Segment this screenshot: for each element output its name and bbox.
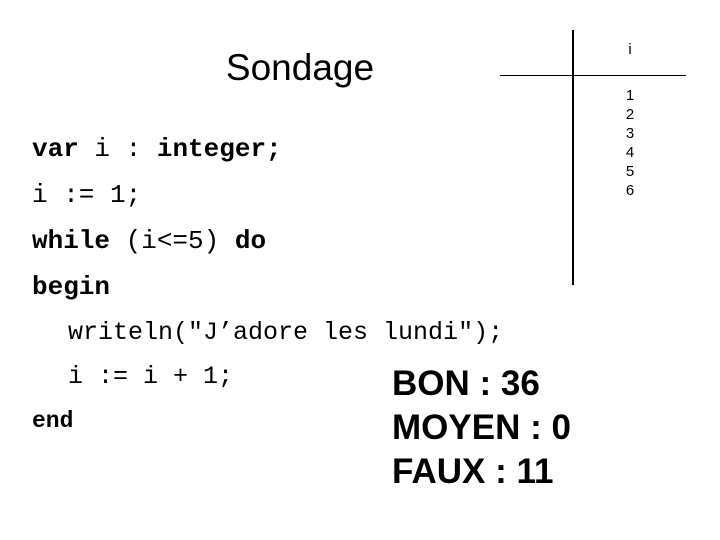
trace-table-cell: 1 [625, 87, 635, 104]
code-keyword-do: do [234, 226, 267, 256]
code-statement-writeln: writeln("J’adore les lundi"); [68, 318, 504, 347]
trace-table-cell: 4 [625, 144, 635, 161]
trace-table-horizontal-divider [500, 75, 686, 76]
code-line-writeln: writeln("J’adore les lundi"); [32, 312, 652, 356]
code-type-integer: integer; [156, 134, 282, 164]
trace-table-cell: 6 [625, 182, 635, 199]
code-while-condition: (i<=5) [125, 226, 235, 256]
trace-table-cell: 3 [625, 125, 635, 142]
trace-table-vertical-divider [572, 30, 574, 285]
poll-results: BON : 36 MOYEN : 0 FAUX : 11 [392, 362, 692, 494]
code-statement-assign: i := 1; [32, 180, 142, 210]
trace-table-cell: 2 [625, 106, 635, 123]
trace-table-column-header: i [628, 41, 632, 58]
code-keyword-while: while [32, 226, 126, 256]
code-keyword-end: end [32, 408, 74, 434]
page-title: Sondage [225, 47, 375, 88]
trace-table: i 1 2 3 4 5 6 [497, 28, 697, 290]
trace-table-value-column: 1 2 3 4 5 6 [610, 86, 650, 200]
code-identifier-i-colon: i : [94, 134, 157, 164]
code-statement-increment: i := i + 1; [68, 362, 234, 391]
code-keyword-begin: begin [32, 272, 111, 302]
poll-result-moyen: MOYEN : 0 [392, 408, 571, 447]
code-keyword-var: var [32, 134, 95, 164]
poll-result-faux: FAUX : 11 [392, 452, 554, 491]
trace-table-cell: 5 [625, 163, 635, 180]
poll-result-bon: BON : 36 [392, 364, 540, 403]
slide-canvas: Sondage var i : integer; i := 1; while (… [0, 0, 720, 540]
